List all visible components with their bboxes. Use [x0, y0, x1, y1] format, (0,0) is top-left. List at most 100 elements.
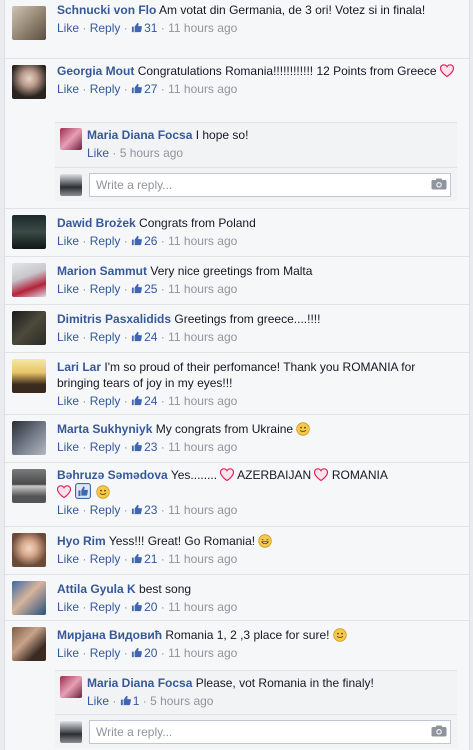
- comment-time[interactable]: 11 hours ago: [168, 394, 237, 408]
- like-count[interactable]: 31: [131, 21, 157, 35]
- like-link[interactable]: Like: [57, 600, 79, 614]
- avatar[interactable]: [12, 469, 46, 503]
- comment-time[interactable]: 11 hours ago: [168, 21, 237, 35]
- comment-item: Lari Lar I'm so proud of their perfomanc…: [5, 352, 469, 414]
- comment-item: Schnucki von Flo Am votat din Germania, …: [5, 0, 469, 58]
- avatar[interactable]: [12, 533, 46, 567]
- reply-link[interactable]: Reply: [90, 282, 121, 296]
- avatar[interactable]: [60, 128, 82, 150]
- reply-link[interactable]: Reply: [90, 552, 121, 566]
- comment-author[interactable]: Georgia Mout: [57, 64, 134, 78]
- like-link[interactable]: Like: [57, 503, 79, 517]
- reply-input[interactable]: Write a reply...: [89, 173, 451, 197]
- reply-author[interactable]: Maria Diana Focsa: [87, 676, 192, 690]
- like-link[interactable]: Like: [57, 552, 79, 566]
- like-count[interactable]: 25: [131, 282, 157, 296]
- like-count[interactable]: 20: [131, 646, 157, 660]
- like-icon: [131, 83, 143, 94]
- reply-link[interactable]: Reply: [90, 503, 121, 517]
- like-count[interactable]: 21: [131, 552, 157, 566]
- comment-time[interactable]: 11 hours ago: [168, 503, 237, 517]
- like-count[interactable]: 27: [131, 82, 157, 96]
- like-link[interactable]: Like: [57, 440, 79, 454]
- avatar: [60, 721, 82, 743]
- like-link[interactable]: Like: [57, 234, 79, 248]
- comment-item: Attila Gyula K best song Like · Reply · …: [5, 574, 469, 620]
- like-link[interactable]: Like: [57, 282, 79, 296]
- heart-icon: [439, 64, 454, 77]
- reply-link[interactable]: Reply: [90, 646, 121, 660]
- avatar[interactable]: [12, 65, 46, 99]
- comment-author[interactable]: Bəhruzə Səmədova: [57, 468, 168, 482]
- avatar[interactable]: [12, 627, 46, 661]
- like-link[interactable]: Like: [57, 21, 79, 35]
- like-link[interactable]: Like: [57, 330, 79, 344]
- reply-link[interactable]: Reply: [90, 440, 121, 454]
- comment-time[interactable]: 11 hours ago: [168, 330, 237, 344]
- comment-text: Am votat din Germania, de 3 ori! Votez s…: [159, 3, 426, 17]
- like-count[interactable]: 23: [131, 503, 157, 517]
- comment-time[interactable]: 11 hours ago: [168, 440, 237, 454]
- comment-time[interactable]: 11 hours ago: [168, 234, 237, 248]
- like-count[interactable]: 24: [131, 330, 157, 344]
- comment-author[interactable]: Lari Lar: [57, 360, 101, 374]
- reply-link[interactable]: Reply: [90, 600, 121, 614]
- avatar[interactable]: [60, 676, 82, 698]
- avatar[interactable]: [12, 311, 46, 345]
- avatar[interactable]: [12, 359, 46, 393]
- comment-item: Мирјана Видовић Romania 1, 2 ,3 place fo…: [5, 620, 469, 670]
- reply-author[interactable]: Maria Diana Focsa: [87, 128, 192, 142]
- avatar[interactable]: [12, 6, 46, 40]
- like-icon: [131, 504, 143, 515]
- reply-link[interactable]: Reply: [90, 21, 121, 35]
- like-icon: [120, 695, 131, 706]
- comment-author[interactable]: Attila Gyula K: [57, 582, 136, 596]
- reply-time[interactable]: 5 hours ago: [150, 694, 213, 708]
- comment-time[interactable]: 11 hours ago: [168, 646, 237, 660]
- like-link[interactable]: Like: [57, 646, 79, 660]
- like-link[interactable]: Like: [87, 146, 109, 160]
- comment-author[interactable]: Schnucki von Flo: [57, 3, 156, 17]
- comment-time[interactable]: 11 hours ago: [168, 600, 237, 614]
- comment-text: Very nice greetings from Malta: [150, 264, 313, 278]
- heart-icon: [57, 485, 71, 498]
- comment-author[interactable]: Marta Sukhyniyk: [57, 422, 152, 436]
- avatar[interactable]: [12, 581, 46, 615]
- camera-icon[interactable]: [431, 725, 447, 737]
- camera-icon[interactable]: [431, 178, 447, 190]
- like-link[interactable]: Like: [87, 694, 109, 708]
- like-count[interactable]: 26: [131, 234, 157, 248]
- avatar[interactable]: [12, 421, 46, 455]
- reply-link[interactable]: Reply: [90, 82, 121, 96]
- reply-item: Maria Diana Focsa I hope so! Like · 5 ho…: [55, 122, 457, 167]
- reply-time[interactable]: 5 hours ago: [120, 146, 183, 160]
- like-link[interactable]: Like: [57, 82, 79, 96]
- comment-text: Romania 1, 2 ,3 place for sure!: [165, 628, 330, 642]
- avatar[interactable]: [12, 263, 46, 297]
- comment-author[interactable]: Dawid Brożek: [57, 216, 136, 230]
- comments-panel: Schnucki von Flo Am votat din Germania, …: [4, 0, 470, 750]
- comment-author[interactable]: Dimitris Pasxalidids: [57, 312, 171, 326]
- avatar[interactable]: [12, 215, 46, 249]
- reply-input[interactable]: Write a reply...: [89, 720, 451, 744]
- reply-composer: Write a reply...: [55, 167, 457, 201]
- comment-text-b: AZERBAIJAN: [237, 468, 312, 482]
- comment-author[interactable]: Hyo Rim: [57, 534, 106, 548]
- comment-item: Dimitris Pasxalidids Greetings from gree…: [5, 304, 469, 352]
- reply-link[interactable]: Reply: [90, 330, 121, 344]
- smile-icon: [95, 485, 110, 499]
- reply-link[interactable]: Reply: [90, 394, 121, 408]
- comment-time[interactable]: 11 hours ago: [168, 82, 237, 96]
- like-count[interactable]: 1: [120, 694, 139, 708]
- comment-author[interactable]: Мирјана Видовић: [57, 628, 162, 642]
- like-count[interactable]: 20: [131, 600, 157, 614]
- reply-link[interactable]: Reply: [90, 234, 121, 248]
- comment-author[interactable]: Marion Sammut: [57, 264, 147, 278]
- comment-time[interactable]: 11 hours ago: [168, 282, 237, 296]
- like-count[interactable]: 23: [131, 440, 157, 454]
- like-link[interactable]: Like: [57, 394, 79, 408]
- like-count[interactable]: 24: [131, 394, 157, 408]
- like-icon: [131, 235, 143, 246]
- comment-time[interactable]: 11 hours ago: [168, 552, 237, 566]
- reply-text: I hope so!: [195, 128, 249, 142]
